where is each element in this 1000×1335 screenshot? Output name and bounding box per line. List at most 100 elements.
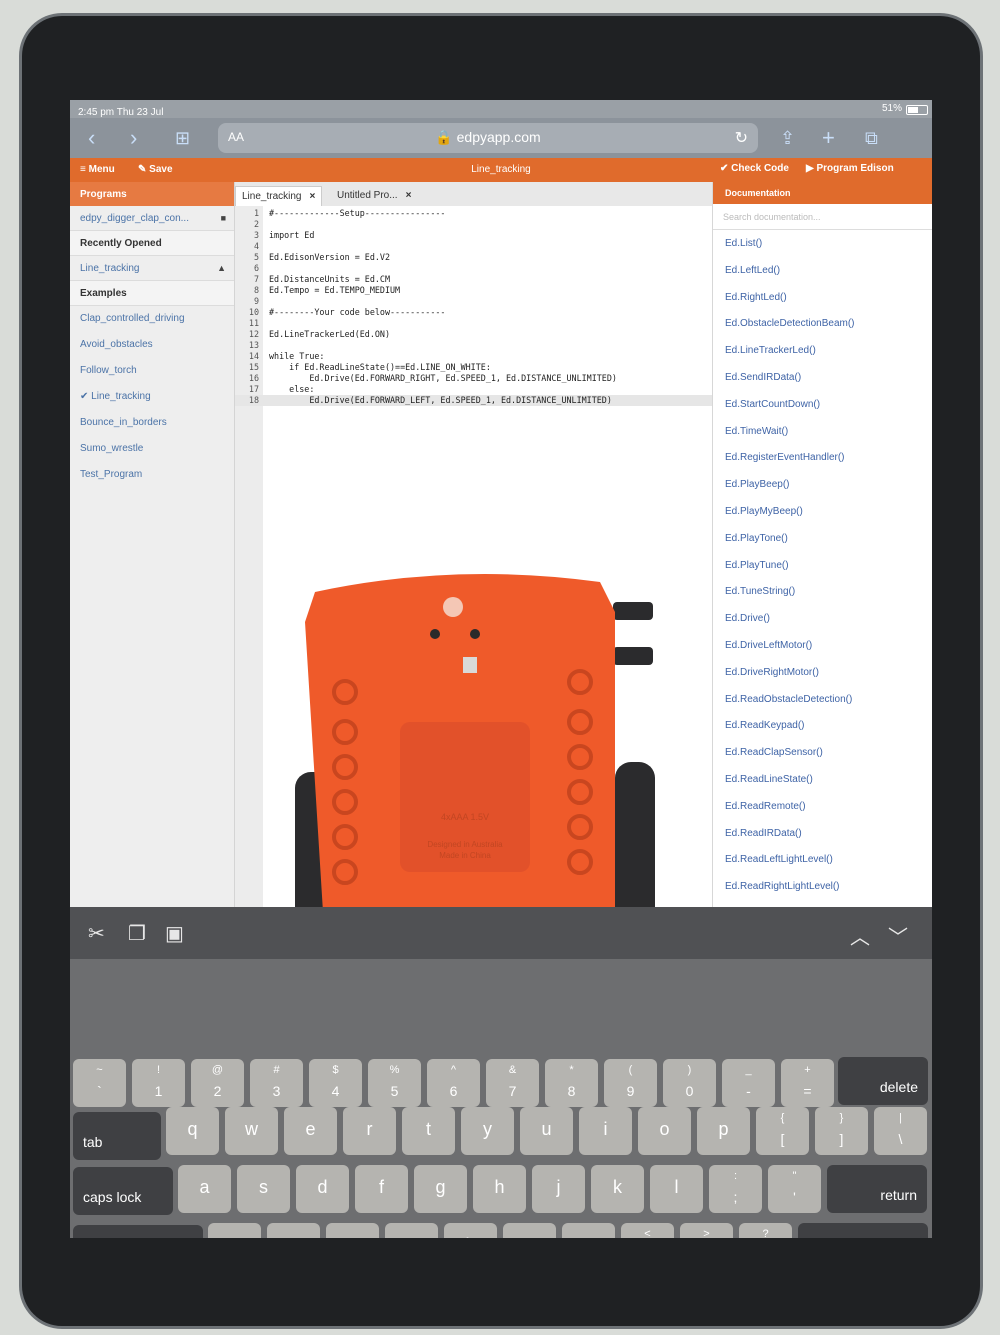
key-k[interactable]: k bbox=[591, 1165, 644, 1213]
key-9[interactable]: * 8 bbox=[545, 1059, 598, 1107]
doc-item[interactable]: Ed.PlayTone() bbox=[713, 525, 932, 552]
chevron-up-icon[interactable]: ︿ bbox=[850, 921, 870, 950]
key-symbol[interactable]: }] bbox=[815, 1107, 868, 1155]
code-line[interactable]: 3 import Ed bbox=[235, 230, 725, 241]
doc-item[interactable]: Ed.PlayMyBeep() bbox=[713, 498, 932, 525]
scissors-icon[interactable]: ✂ bbox=[88, 921, 105, 946]
code-line[interactable]: 8 Ed.Tempo = Ed.TEMPO_MEDIUM bbox=[235, 285, 725, 296]
back-icon[interactable]: ‹ bbox=[88, 126, 95, 150]
new-tab-icon[interactable]: + bbox=[822, 126, 835, 150]
return-key[interactable]: return bbox=[827, 1165, 927, 1213]
key-symbol[interactable]: <, bbox=[621, 1223, 674, 1238]
code-line[interactable]: 16 Ed.Drive(Ed.FORWARD_RIGHT, Ed.SPEED_1… bbox=[235, 373, 725, 384]
key-1[interactable]: ~ ` bbox=[73, 1059, 126, 1107]
key-symbol[interactable]: ?/ bbox=[739, 1223, 792, 1238]
sidebar-item-example[interactable]: Avoid_obstacles bbox=[70, 332, 234, 358]
shift-right-key[interactable]: shift bbox=[798, 1223, 928, 1238]
sidebar-item-current[interactable]: edpy_digger_clap_con... ■ bbox=[70, 206, 234, 231]
key-i[interactable]: i bbox=[579, 1107, 632, 1155]
code-line[interactable]: 15 if Ed.ReadLineState()==Ed.LINE_ON_WHI… bbox=[235, 362, 725, 373]
key-y[interactable]: y bbox=[461, 1107, 514, 1155]
bookmarks-icon[interactable]: ⊞ bbox=[175, 126, 190, 150]
key-s[interactable]: s bbox=[237, 1165, 290, 1213]
code-line[interactable]: 1 #-------------Setup---------------- bbox=[235, 208, 725, 219]
sidebar-item-example[interactable]: Follow_torch bbox=[70, 358, 234, 384]
key-x[interactable]: x bbox=[267, 1223, 320, 1238]
doc-item[interactable]: Ed.PlayBeep() bbox=[713, 471, 932, 498]
key-v[interactable]: v bbox=[385, 1223, 438, 1238]
trash-icon[interactable]: ■ bbox=[221, 213, 226, 223]
key-c[interactable]: c bbox=[326, 1223, 379, 1238]
tab-line-tracking[interactable]: Line_tracking × bbox=[235, 186, 323, 206]
doc-item[interactable]: Ed.ReadIRData() bbox=[713, 820, 932, 847]
doc-item[interactable]: Ed.PlayTune() bbox=[713, 552, 932, 579]
key-6[interactable]: % 5 bbox=[368, 1059, 421, 1107]
doc-item[interactable]: Ed.Drive() bbox=[713, 605, 932, 632]
address-bar[interactable]: AA 🔒 edpyapp.com ↻ bbox=[218, 123, 758, 153]
code-line[interactable]: 4 bbox=[235, 241, 725, 252]
key-r[interactable]: r bbox=[343, 1107, 396, 1155]
doc-item[interactable]: Ed.ReadKeypad() bbox=[713, 712, 932, 739]
key-t[interactable]: t bbox=[402, 1107, 455, 1155]
key-3[interactable]: @2 bbox=[191, 1059, 244, 1107]
key-a[interactable]: a bbox=[178, 1165, 231, 1213]
code-line[interactable]: 10 #--------Your code below----------- bbox=[235, 307, 725, 318]
code-area[interactable]: 1 #-------------Setup---------------- 2 3 im… bbox=[235, 208, 725, 406]
key-n[interactable]: n bbox=[503, 1223, 556, 1238]
key-2[interactable]: ! 1 bbox=[132, 1059, 185, 1107]
key-8[interactable]: & 7 bbox=[486, 1059, 539, 1107]
caps-lock-key[interactable]: caps lock bbox=[73, 1167, 173, 1215]
tab-key[interactable]: tab bbox=[73, 1112, 161, 1160]
key-13[interactable]: + = bbox=[781, 1059, 834, 1107]
code-line[interactable]: 14 while True: bbox=[235, 351, 725, 362]
doc-item[interactable]: Ed.DriveLeftMotor() bbox=[713, 632, 932, 659]
tab-untitled[interactable]: Untitled Pro... × bbox=[331, 186, 417, 206]
code-line[interactable]: 18 Ed.Drive(Ed.FORWARD_LEFT, Ed.SPEED_1,… bbox=[235, 395, 725, 406]
key-p[interactable]: p bbox=[697, 1107, 750, 1155]
doc-item[interactable]: Ed.ObstacleDetectionBeam() bbox=[713, 310, 932, 337]
doc-item[interactable]: Ed.ReadLineState() bbox=[713, 766, 932, 793]
code-line[interactable]: 7 Ed.DistanceUnits = Ed.CM bbox=[235, 274, 725, 285]
code-line[interactable]: 17 else: bbox=[235, 384, 725, 395]
paste-icon[interactable]: ▣ bbox=[165, 921, 184, 946]
code-line[interactable]: 5 Ed.EdisonVersion = Ed.V2 bbox=[235, 252, 725, 263]
key-12[interactable]: _ - bbox=[722, 1059, 775, 1107]
key-l[interactable]: l bbox=[650, 1165, 703, 1213]
code-line[interactable]: 6 bbox=[235, 263, 725, 274]
doc-item[interactable]: Ed.ReadRemote() bbox=[713, 793, 932, 820]
sidebar-item-example[interactable]: Test_Program bbox=[70, 462, 234, 488]
doc-item[interactable]: Ed.ReadClapSensor() bbox=[713, 739, 932, 766]
share-icon[interactable]: ⇪ bbox=[780, 126, 795, 150]
key-b[interactable]: b bbox=[444, 1223, 497, 1238]
reload-icon[interactable]: ↻ bbox=[735, 128, 748, 148]
doc-item[interactable]: Ed.DriveRightMotor() bbox=[713, 659, 932, 686]
shift-left-key[interactable]: shift bbox=[73, 1225, 203, 1238]
code-line[interactable]: 2 bbox=[235, 219, 725, 230]
key-q[interactable]: q bbox=[166, 1107, 219, 1155]
key-o[interactable]: o bbox=[638, 1107, 691, 1155]
key-11[interactable]: ) 0 bbox=[663, 1059, 716, 1107]
key-10[interactable]: (9 bbox=[604, 1059, 657, 1107]
docs-search-input[interactable]: Search documentation... bbox=[713, 204, 932, 230]
key-z[interactable]: z bbox=[208, 1223, 261, 1238]
key-j[interactable]: j bbox=[532, 1165, 585, 1213]
key-5[interactable]: $4 bbox=[309, 1059, 362, 1107]
doc-item[interactable]: Ed.StartCountDown() bbox=[713, 391, 932, 418]
program-edison-button[interactable]: ▶ Program Edison bbox=[806, 163, 894, 174]
sidebar-item-example[interactable]: Bounce_in_borders bbox=[70, 410, 234, 436]
sidebar-item-example[interactable]: ✔ Line_tracking bbox=[70, 384, 234, 410]
delete-key[interactable]: delete bbox=[838, 1057, 928, 1105]
copy-icon[interactable]: ❐ bbox=[128, 921, 146, 946]
code-line[interactable]: 9 bbox=[235, 296, 725, 307]
key-4[interactable]: #3 bbox=[250, 1059, 303, 1107]
doc-item[interactable]: Ed.SendIRData() bbox=[713, 364, 932, 391]
key-symbol[interactable]: | \ bbox=[874, 1107, 927, 1155]
key-symbol[interactable]: {[ bbox=[756, 1107, 809, 1155]
code-line[interactable]: 12 Ed.LineTrackerLed(Ed.ON) bbox=[235, 329, 725, 340]
doc-item[interactable]: Ed.TuneString() bbox=[713, 578, 932, 605]
code-line[interactable]: 13 bbox=[235, 340, 725, 351]
check-code-button[interactable]: ✔ Check Code bbox=[720, 163, 789, 174]
key-h[interactable]: h bbox=[473, 1165, 526, 1213]
doc-item[interactable]: Ed.LeftLed() bbox=[713, 257, 932, 284]
sidebar-item-recent[interactable]: Line_tracking ▲ bbox=[70, 256, 234, 281]
